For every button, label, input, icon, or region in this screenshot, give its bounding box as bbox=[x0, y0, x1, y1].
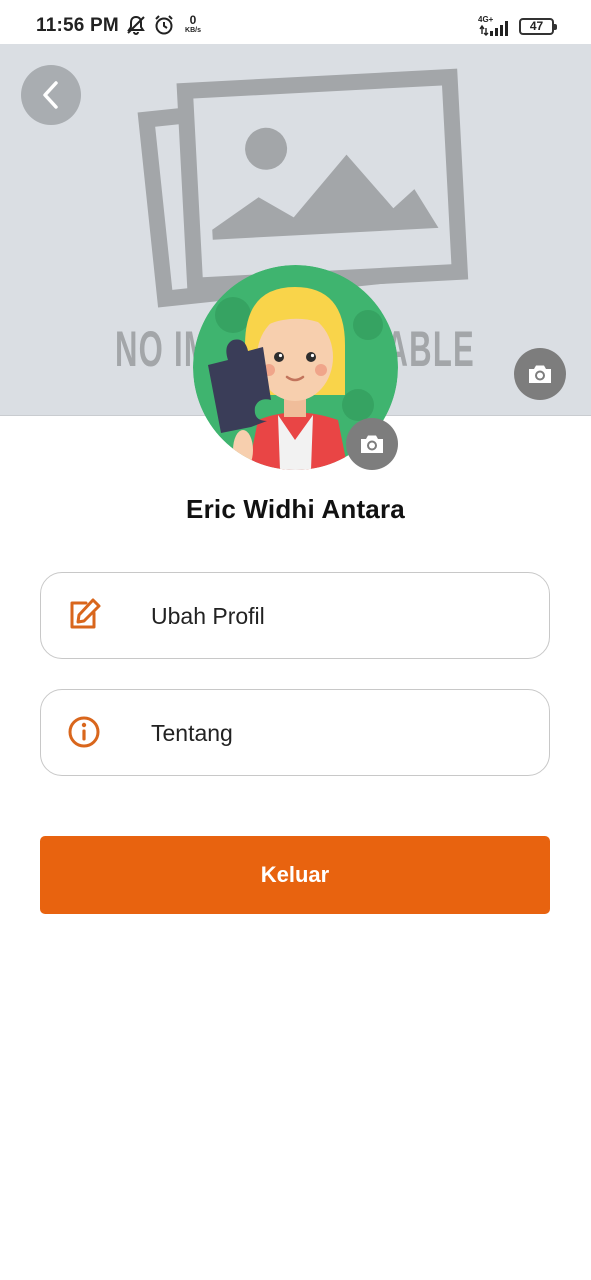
status-time: 11:56 PM bbox=[36, 15, 119, 36]
chevron-left-icon bbox=[43, 81, 58, 109]
menu-label: Ubah Profil bbox=[151, 603, 265, 629]
menu-label: Tentang bbox=[151, 720, 233, 746]
battery-icon: 47 bbox=[519, 18, 557, 35]
alarm-icon bbox=[155, 15, 173, 35]
about-button[interactable]: Tentang bbox=[40, 689, 550, 776]
info-icon bbox=[68, 716, 100, 748]
back-button[interactable] bbox=[21, 65, 81, 125]
net-speed: 0 KB/s bbox=[185, 13, 201, 34]
logout-button[interactable]: Keluar bbox=[40, 836, 550, 914]
change-avatar-button[interactable] bbox=[346, 418, 398, 470]
edit-icon bbox=[70, 598, 101, 629]
status-bar: 11:56 PM 0 KB/s 4G+ 47 bbox=[0, 0, 591, 44]
camera-icon bbox=[529, 365, 551, 383]
profile-name: Eric Widhi Antara bbox=[186, 494, 405, 524]
edit-profile-button[interactable]: Ubah Profil bbox=[40, 572, 550, 659]
change-cover-button[interactable] bbox=[514, 348, 566, 400]
signal-icon bbox=[479, 21, 508, 36]
notification-mute-icon bbox=[127, 15, 145, 35]
camera-icon bbox=[361, 435, 383, 453]
